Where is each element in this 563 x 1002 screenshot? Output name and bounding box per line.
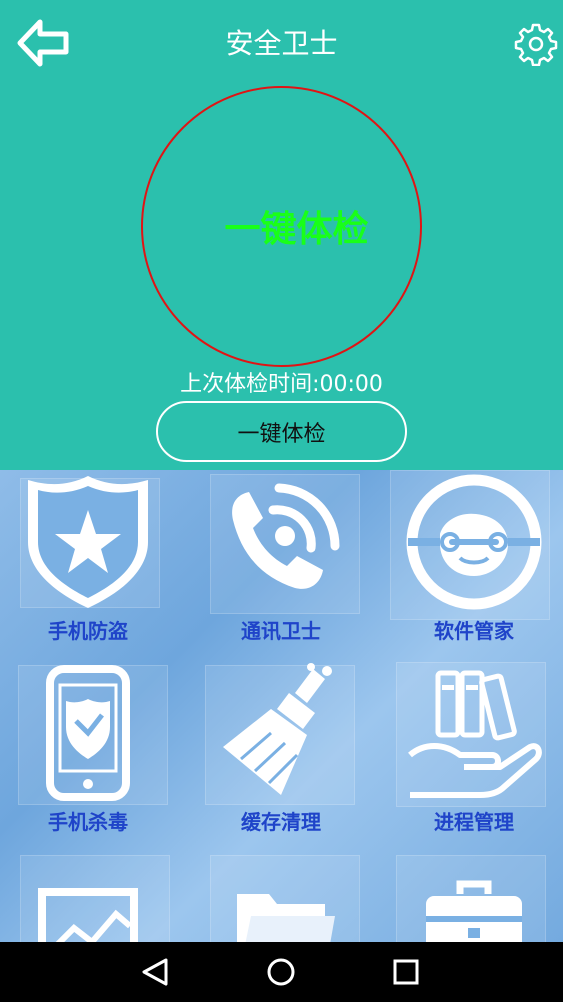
nav-recents-button[interactable] <box>386 952 426 992</box>
phone-shield-icon <box>46 665 130 801</box>
feature-label: 软件管家 <box>434 619 514 643</box>
feature-advanced-tools[interactable] <box>380 852 563 942</box>
one-click-check-button[interactable]: 一键体检 <box>156 401 407 462</box>
feature-label: 进程管理 <box>434 810 514 834</box>
chart-icon <box>38 888 138 942</box>
feature-label: 缓存清理 <box>241 810 321 834</box>
broom-icon <box>223 663 332 795</box>
last-check-time: 上次体检时间:00:00 <box>180 372 383 397</box>
feature-anti-theft[interactable]: 手机防盗 <box>0 470 182 660</box>
nav-back-icon <box>142 958 168 986</box>
feature-cache-clean[interactable]: 缓存清理 <box>187 661 375 851</box>
feature-file-manager[interactable] <box>187 852 375 942</box>
feature-software-manager[interactable]: 软件管家 <box>380 470 563 660</box>
gear-icon <box>514 23 558 67</box>
nav-home-icon <box>267 958 295 986</box>
feature-label: 通讯卫士 <box>241 619 321 643</box>
system-nav-bar <box>0 942 563 1002</box>
feature-comm-guard[interactable]: 通讯卫士 <box>187 470 375 660</box>
toolbox-icon <box>426 880 522 942</box>
feature-grid: 手机防盗 通讯卫士 软件管家 手机杀毒 缓存清理 进程管理 <box>0 470 563 942</box>
hand-books-icon <box>408 670 542 798</box>
nav-back-button[interactable] <box>136 952 176 992</box>
feature-label: 手机防盗 <box>48 619 128 643</box>
feature-label: 手机杀毒 <box>48 810 128 834</box>
folder-icon <box>237 894 335 942</box>
settings-button[interactable] <box>514 22 558 67</box>
page-title: 安全卫士 <box>225 27 338 60</box>
feature-process-manager[interactable]: 进程管理 <box>380 661 563 851</box>
shield-star-icon <box>28 476 148 608</box>
feature-traffic-stats[interactable] <box>0 852 182 942</box>
scan-circle-label: 一键体检 <box>224 209 369 250</box>
phone-signal-icon <box>232 483 340 589</box>
wrench-icon <box>406 474 542 610</box>
nav-recents-icon <box>393 959 419 985</box>
feature-antivirus[interactable]: 手机杀毒 <box>0 661 182 851</box>
header-bar: 安全卫士 一键体检 上次体检时间:00:00 一键体检 <box>0 0 563 470</box>
nav-home-button[interactable] <box>261 952 301 992</box>
scan-circle-button[interactable]: 一键体检 <box>141 86 422 367</box>
